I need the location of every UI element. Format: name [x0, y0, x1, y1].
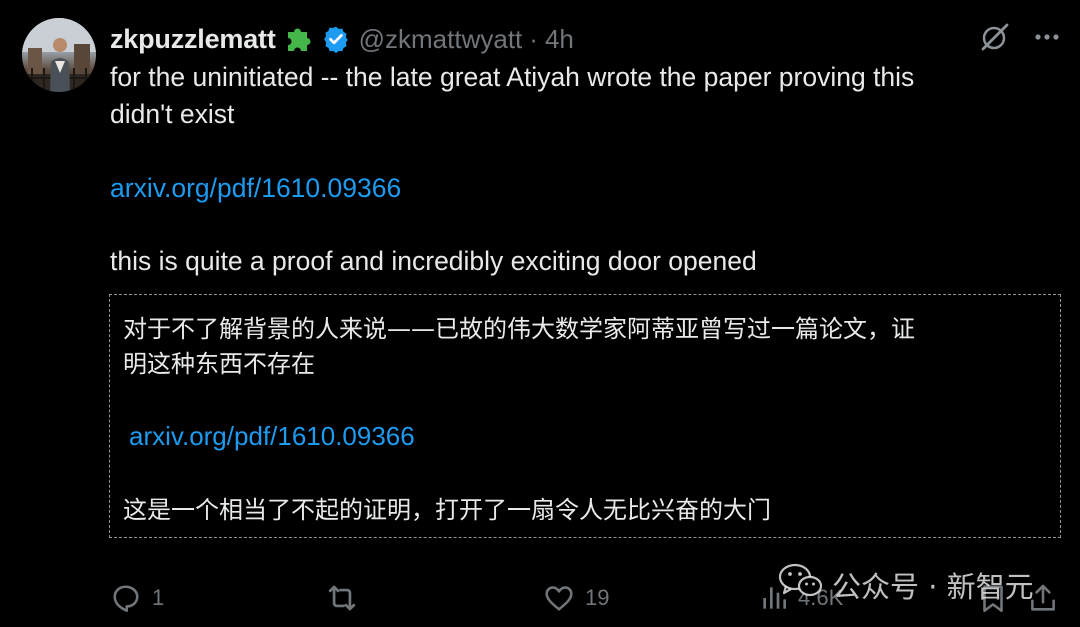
heart-icon — [541, 580, 577, 616]
puzzle-piece-icon — [284, 23, 316, 55]
tweet-closing-line: this is quite a proof and incredibly exc… — [110, 246, 757, 276]
display-name[interactable]: zkpuzzlematt — [110, 24, 276, 55]
translation-closing-line: 这是一个相当了不起的证明，打开了一扇令人无比兴奋的大门 — [123, 496, 771, 524]
more-options-icon[interactable] — [1032, 22, 1062, 52]
translation-line-1: 对于不了解背景的人来说——已故的伟大数学家阿蒂亚曾写过一篇论文，证 — [123, 315, 915, 343]
tweet-header: zkpuzzlematt @zkmattwyatt · 4h — [110, 19, 574, 59]
separator-dot: · — [529, 23, 538, 54]
tweet-text-line-1: for the uninitiated -- the late great At… — [110, 62, 915, 92]
timestamp[interactable]: 4h — [545, 24, 574, 55]
verified-badge-icon — [322, 25, 350, 53]
reply-icon — [108, 580, 144, 616]
watermark-text: 公众号 · 新智元 — [832, 569, 1034, 604]
tweet-text-line-2: didn't exist — [110, 99, 235, 129]
translation-box: 对于不了解背景的人来说——已故的伟大数学家阿蒂亚曾写过一篇论文，证 明这种东西不… — [109, 294, 1061, 538]
repost-icon — [323, 579, 361, 617]
wechat-watermark: 公众号 · 新智元 — [778, 562, 1034, 607]
repost-button[interactable] — [323, 578, 369, 618]
reply-button[interactable]: 1 — [108, 578, 164, 618]
grok-icon[interactable] — [978, 20, 1012, 54]
translation-link[interactable]: arxiv.org/pdf/1610.09366 — [129, 419, 415, 454]
user-handle[interactable]: @zkmattwyatt — [359, 24, 523, 55]
wechat-icon — [778, 562, 832, 607]
avatar[interactable] — [22, 18, 96, 92]
like-count: 19 — [585, 585, 610, 610]
top-actions — [958, 20, 1062, 54]
translation-line-2: 明这种东西不存在 — [123, 350, 315, 378]
like-button[interactable]: 19 — [541, 578, 609, 618]
arxiv-link[interactable]: arxiv.org/pdf/1610.09366 — [110, 170, 401, 207]
reply-count: 1 — [152, 585, 165, 610]
